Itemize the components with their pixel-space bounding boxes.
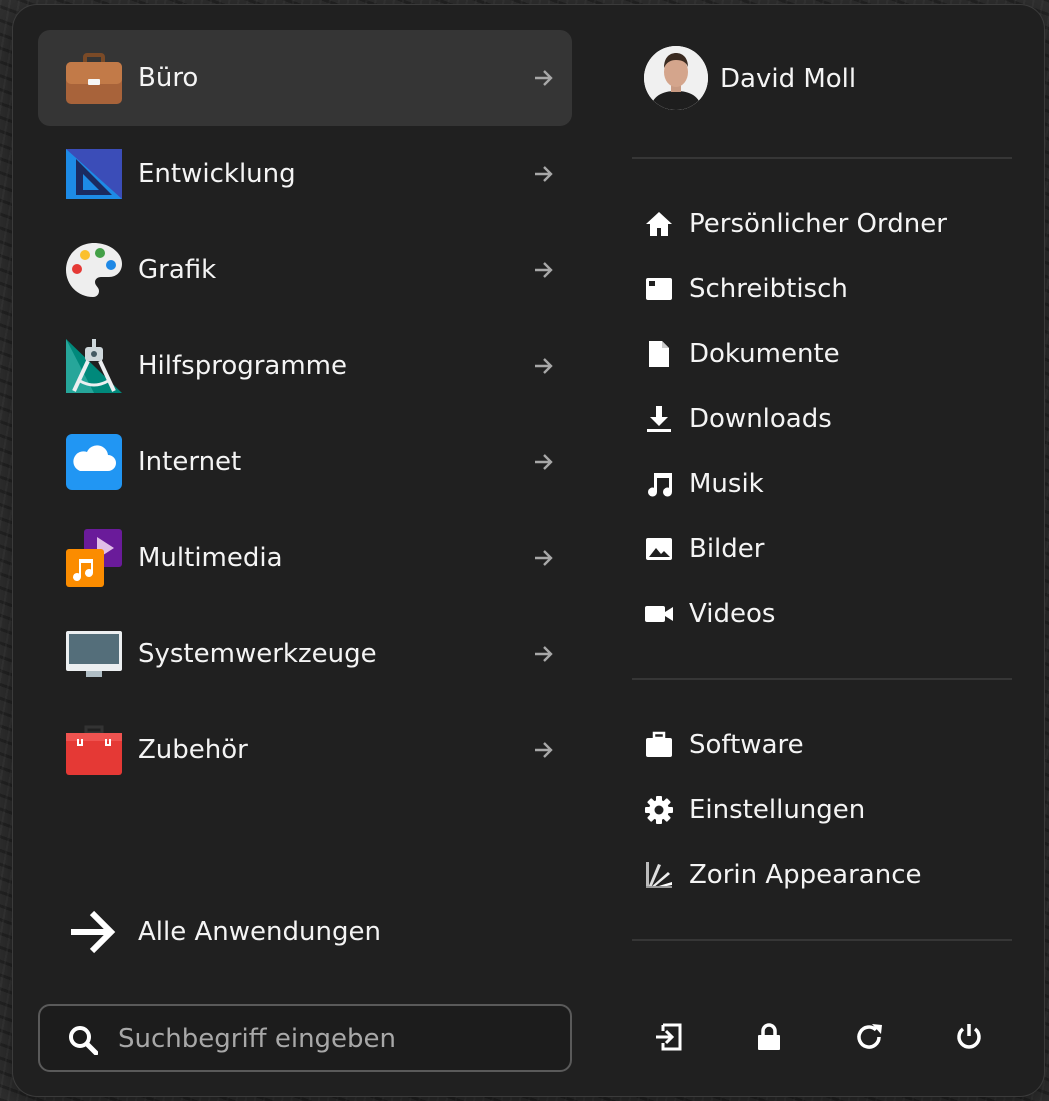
place-downloads[interactable]: Downloads: [644, 394, 1024, 444]
arrow-right-icon: [535, 646, 553, 662]
place-documents[interactable]: Dokumente: [644, 329, 1024, 379]
system-label: Zorin Appearance: [689, 860, 922, 890]
place-label: Musik: [689, 469, 764, 499]
place-label: Schreibtisch: [689, 274, 848, 304]
home-icon: [646, 212, 672, 236]
cloud-icon: [66, 434, 122, 490]
category-buero[interactable]: Büro: [38, 30, 572, 126]
place-pictures[interactable]: Bilder: [644, 524, 1024, 574]
category-multimedia[interactable]: Multimedia: [38, 510, 572, 606]
category-label: Entwicklung: [138, 159, 296, 189]
shutdown-button[interactable]: [944, 1012, 994, 1062]
system-label: Software: [689, 730, 804, 760]
category-label: Büro: [138, 63, 199, 93]
category-label: Hilfsprogramme: [138, 351, 348, 381]
arrow-right-icon: [535, 742, 553, 758]
category-zubehoer[interactable]: Zubehör: [38, 702, 572, 798]
category-entwicklung[interactable]: Entwicklung: [38, 126, 572, 222]
all-applications-label: Alle Anwendungen: [138, 917, 381, 947]
lock-icon: [758, 1023, 780, 1050]
restart-button[interactable]: [844, 1012, 894, 1062]
place-label: Downloads: [689, 404, 832, 434]
software-icon: [646, 731, 672, 757]
category-hilfsprogramme[interactable]: Hilfsprogramme: [38, 318, 572, 414]
arrow-right-icon: [71, 910, 116, 954]
place-label: Bilder: [689, 534, 765, 564]
arrow-right-icon: [535, 262, 553, 278]
arrow-right-icon: [535, 358, 553, 374]
desktop-icon: [646, 278, 672, 300]
user-account[interactable]: David Moll: [644, 46, 1024, 112]
development-icon: [66, 149, 122, 199]
system-software[interactable]: Software: [644, 720, 1024, 770]
arrow-right-icon: [535, 550, 553, 566]
gear-icon: [645, 796, 673, 824]
category-label: Internet: [138, 447, 242, 477]
logout-icon: [656, 1023, 682, 1051]
user-name: David Moll: [720, 64, 857, 94]
category-grafik[interactable]: Grafik: [38, 222, 572, 318]
download-icon: [647, 406, 671, 432]
search-icon: [69, 1026, 98, 1055]
image-icon: [646, 538, 672, 560]
category-label: Multimedia: [138, 543, 283, 573]
app-menu: Büro Entwicklung Grafik Hilfsprogramme I…: [13, 5, 1044, 1096]
avatar: [644, 46, 708, 110]
music-icon: [648, 473, 673, 497]
category-systemwerkzeuge[interactable]: Systemwerkzeuge: [38, 606, 572, 702]
system-zorin-appearance[interactable]: Zorin Appearance: [644, 850, 1024, 900]
system-settings[interactable]: Einstellungen: [644, 785, 1024, 835]
toolbox-icon: [66, 725, 122, 775]
category-internet[interactable]: Internet: [38, 414, 572, 510]
category-label: Grafik: [138, 255, 217, 285]
multimedia-icon: [66, 529, 122, 587]
category-label: Systemwerkzeuge: [138, 639, 377, 669]
place-music[interactable]: Musik: [644, 459, 1024, 509]
search-input[interactable]: [116, 1016, 540, 1062]
palette-icon: [66, 243, 122, 297]
arrow-right-icon: [535, 166, 553, 182]
utilities-icon: [66, 339, 122, 393]
arrow-right-icon: [535, 454, 553, 470]
place-desktop[interactable]: Schreibtisch: [644, 264, 1024, 314]
place-label: Persönlicher Ordner: [689, 209, 947, 239]
briefcase-icon: [66, 53, 122, 104]
place-label: Dokumente: [689, 339, 840, 369]
divider: [632, 939, 1012, 941]
all-applications-button[interactable]: Alle Anwendungen: [68, 902, 468, 962]
place-label: Videos: [689, 599, 776, 629]
zorin-appearance-icon: [646, 862, 672, 888]
divider: [632, 157, 1012, 159]
monitor-icon: [66, 631, 122, 677]
logout-button[interactable]: [644, 1012, 694, 1062]
divider: [632, 678, 1012, 680]
lock-button[interactable]: [744, 1012, 794, 1062]
search-box[interactable]: [38, 1004, 572, 1072]
arrow-right-icon: [535, 70, 553, 86]
place-videos[interactable]: Videos: [644, 589, 1024, 639]
video-icon: [645, 606, 673, 622]
restart-icon: [857, 1024, 882, 1049]
power-icon: [957, 1024, 981, 1049]
system-label: Einstellungen: [689, 795, 866, 825]
category-label: Zubehör: [138, 735, 248, 765]
place-home[interactable]: Persönlicher Ordner: [644, 199, 1024, 249]
document-icon: [649, 341, 669, 367]
